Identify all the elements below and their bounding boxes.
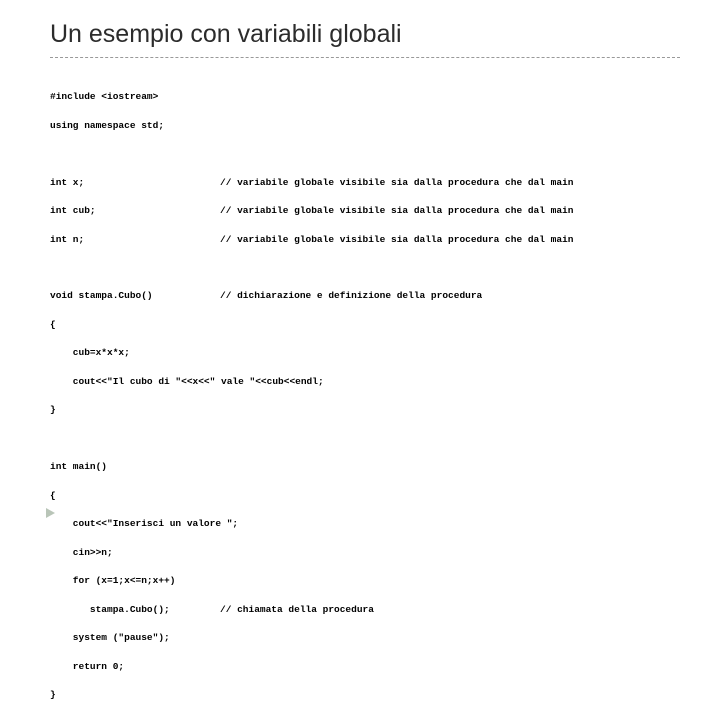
code-line: stampa.Cubo();// chiamata della procedur…: [50, 603, 680, 617]
code-line: int main(): [50, 460, 680, 474]
code-line: int cub;// variabile globale visibile si…: [50, 204, 680, 218]
code-line: cout<<"Il cubo di "<<x<<" vale "<<cub<<e…: [50, 375, 680, 389]
code-line: void stampa.Cubo()// dichiarazione e def…: [50, 289, 680, 303]
code-func: void stampa.Cubo(): [50, 289, 220, 303]
code-line: int x;// variabile globale visibile sia …: [50, 176, 680, 190]
code-call: stampa.Cubo();: [50, 603, 220, 617]
slide-title: Un esempio con variabili globali: [50, 20, 680, 58]
code-line: {: [50, 489, 680, 503]
code-line: system ("pause");: [50, 631, 680, 645]
code-comment: // chiamata della procedura: [220, 603, 374, 617]
code-line: }: [50, 403, 680, 417]
code-comment: // dichiarazione e definizione della pro…: [220, 289, 482, 303]
code-line: for (x=1;x<=n;x++): [50, 574, 680, 588]
code-comment: // variabile globale visibile sia dalla …: [220, 233, 573, 247]
code-decl: int cub;: [50, 204, 220, 218]
code-line: int n;// variabile globale visibile sia …: [50, 233, 680, 247]
code-line: cin>>n;: [50, 546, 680, 560]
code-line: using namespace std;: [50, 119, 680, 133]
code-line: {: [50, 318, 680, 332]
code-block: #include <iostream> using namespace std;…: [50, 76, 680, 717]
code-line: #include <iostream>: [50, 90, 680, 104]
code-line: return 0;: [50, 660, 680, 674]
code-decl: int x;: [50, 176, 220, 190]
code-comment: // variabile globale visibile sia dalla …: [220, 176, 573, 190]
code-line: cub=x*x*x;: [50, 346, 680, 360]
code-line: cout<<"Inserisci un valore ";: [50, 517, 680, 531]
code-line: }: [50, 688, 680, 702]
bullet-icon: [46, 508, 55, 518]
code-comment: // variabile globale visibile sia dalla …: [220, 204, 573, 218]
code-decl: int n;: [50, 233, 220, 247]
